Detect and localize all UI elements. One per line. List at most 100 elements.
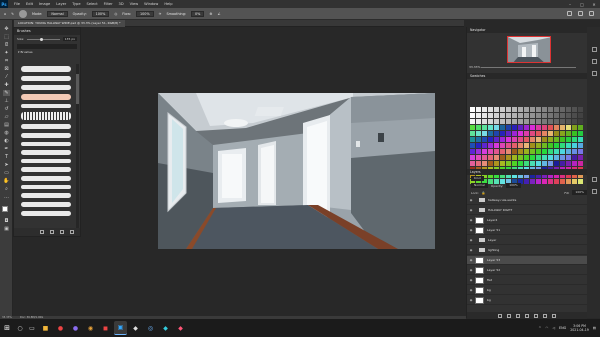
color-swatch[interactable] [542, 143, 547, 148]
color-swatch[interactable] [572, 137, 577, 142]
color-swatch[interactable] [548, 107, 553, 112]
menu-image[interactable]: Image [39, 2, 50, 6]
crop-tool-icon[interactable]: ⌗ [3, 58, 10, 64]
color-swatch[interactable] [566, 113, 571, 118]
color-swatch[interactable] [476, 161, 481, 166]
navigator-title[interactable]: Navigator [467, 27, 587, 33]
color-swatch[interactable] [566, 107, 571, 112]
channels-icon[interactable] [592, 177, 597, 182]
fill-field[interactable]: 100% [572, 190, 587, 195]
color-swatch[interactable] [548, 125, 553, 130]
color-swatch[interactable] [476, 137, 481, 142]
color-swatch[interactable] [494, 125, 499, 130]
color-swatch[interactable] [506, 125, 511, 130]
color-swatch[interactable] [506, 119, 511, 124]
color-swatch[interactable] [566, 131, 571, 136]
layer-row[interactable]: ◉ lighting [467, 246, 587, 255]
color-swatch[interactable] [524, 161, 529, 166]
color-swatch[interactable] [518, 131, 523, 136]
color-swatch[interactable] [542, 149, 547, 154]
eraser-tool-icon[interactable]: ▱ [3, 114, 10, 120]
color-swatch[interactable] [566, 125, 571, 130]
color-swatch[interactable] [488, 131, 493, 136]
color-swatch[interactable] [548, 119, 553, 124]
color-swatch[interactable] [512, 131, 517, 136]
color-swatch[interactable] [572, 107, 577, 112]
layer-row[interactable]: ◉ flat [467, 276, 587, 285]
brush-preset[interactable] [21, 76, 71, 81]
color-swatch[interactable] [548, 155, 553, 160]
color-swatch[interactable] [560, 143, 565, 148]
color-swatch[interactable] [548, 143, 553, 148]
color-swatch[interactable] [494, 113, 499, 118]
airbrush-icon[interactable]: ✈ [159, 12, 162, 16]
brush-preset[interactable] [21, 112, 71, 120]
color-swatch[interactable] [554, 137, 559, 142]
color-swatch[interactable] [518, 149, 523, 154]
clock[interactable]: 3:06 PM 2021-04-19 [570, 324, 589, 333]
color-swatch[interactable] [578, 119, 583, 124]
color-swatch[interactable] [500, 113, 505, 118]
color-swatch[interactable] [554, 161, 559, 166]
pressure-opacity-icon[interactable]: ◎ [114, 12, 117, 16]
color-swatch[interactable] [518, 107, 523, 112]
close-icon[interactable]: ✕ [588, 2, 600, 7]
color-swatch[interactable] [554, 125, 559, 130]
color-swatch[interactable] [506, 155, 511, 160]
color-swatch[interactable] [530, 143, 535, 148]
visibility-eye-icon[interactable]: ◉ [467, 258, 475, 262]
layer-row[interactable]: ◉ bg [467, 286, 587, 295]
color-swatch[interactable] [554, 143, 559, 148]
color-swatch[interactable] [554, 119, 559, 124]
color-swatch[interactable] [470, 155, 475, 160]
color-swatch[interactable] [536, 125, 541, 130]
color-swatch[interactable] [566, 161, 571, 166]
color-swatch[interactable] [566, 143, 571, 148]
color-swatch[interactable] [524, 137, 529, 142]
color-swatch[interactable] [512, 137, 517, 142]
minimize-icon[interactable]: – [564, 2, 576, 7]
visibility-eye-icon[interactable]: ◉ [467, 278, 475, 282]
smoothing-field[interactable]: 0% [191, 10, 205, 17]
lasso-tool-icon[interactable]: ᘓ [3, 42, 10, 48]
color-swatch[interactable] [470, 107, 475, 112]
color-swatch[interactable] [512, 149, 517, 154]
color-swatch[interactable] [554, 107, 559, 112]
brush-folder[interactable]: ▾ Brushes [14, 50, 80, 55]
layer-row[interactable]: ◉ hallway-rule-saints [467, 196, 587, 205]
color-swatch[interactable] [530, 161, 535, 166]
color-swatch[interactable] [572, 161, 577, 166]
color-swatch[interactable] [488, 155, 493, 160]
color-swatch[interactable] [572, 131, 577, 136]
color-swatch[interactable] [470, 131, 475, 136]
color-swatch[interactable] [470, 161, 475, 166]
brush-preset[interactable] [21, 124, 71, 129]
brush-preset[interactable] [21, 167, 71, 172]
color-swatch[interactable] [482, 137, 487, 142]
color-swatch[interactable] [524, 113, 529, 118]
color-swatch[interactable] [482, 161, 487, 166]
visibility-eye-icon[interactable]: ◉ [467, 238, 475, 242]
color-swatch[interactable] [488, 149, 493, 154]
color-swatch[interactable] [566, 119, 571, 124]
color-swatch[interactable] [482, 131, 487, 136]
visibility-eye-icon[interactable]: ◉ [467, 198, 475, 202]
color-swatch[interactable] [554, 131, 559, 136]
size-slider-handle[interactable] [40, 37, 44, 41]
color-swatch[interactable] [560, 125, 565, 130]
color-swatch[interactable] [476, 125, 481, 130]
color-swatch[interactable] [524, 119, 529, 124]
blur-tool-icon[interactable]: ◍ [3, 130, 10, 136]
color-swatch[interactable] [482, 155, 487, 160]
color-swatch[interactable] [476, 143, 481, 148]
visibility-eye-icon[interactable]: ◉ [467, 248, 475, 252]
color-swatch[interactable] [542, 107, 547, 112]
color-swatch[interactable] [494, 161, 499, 166]
adjustments-icon[interactable] [592, 59, 597, 64]
file-explorer-icon[interactable]: ■ [39, 321, 52, 335]
color-swatch[interactable] [548, 161, 553, 166]
navigator-zoom-slider[interactable] [481, 67, 576, 68]
color-swatch[interactable] [482, 107, 487, 112]
fx-icon[interactable] [507, 313, 511, 318]
color-swatch[interactable] [488, 107, 493, 112]
